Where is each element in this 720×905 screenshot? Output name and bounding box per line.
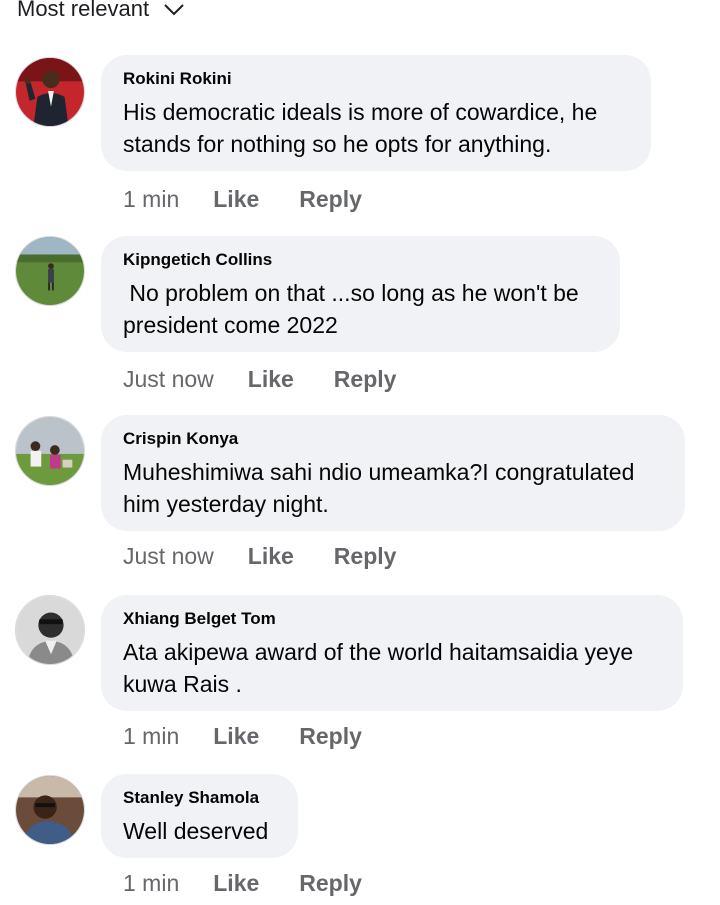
- reply-button[interactable]: Reply: [334, 543, 397, 570]
- avatar[interactable]: [15, 416, 85, 486]
- comment-text: Well deserved: [123, 818, 269, 844]
- chevron-down-icon: [163, 0, 185, 20]
- sort-label: Most relevant: [17, 0, 150, 21]
- reply-button[interactable]: Reply: [299, 186, 362, 213]
- comment-timestamp: 1 min: [123, 186, 180, 212]
- comment-author[interactable]: Stanley Shamola: [123, 788, 276, 808]
- comment-bubble: Rokini Rokini His democratic ideals is m…: [101, 55, 651, 171]
- comment-bubble: Crispin Konya Muheshimiwa sahi ndio umea…: [101, 415, 685, 531]
- comment-text: His democratic ideals is more of cowardi…: [123, 99, 604, 157]
- avatar[interactable]: [15, 595, 85, 665]
- like-button[interactable]: Like: [213, 723, 259, 750]
- like-button[interactable]: Like: [248, 366, 294, 393]
- comment-timestamp: Just now: [123, 366, 214, 392]
- comment-timestamp: Just now: [123, 543, 214, 569]
- comment-actions: 1 min Like Reply: [123, 870, 362, 897]
- comment-author[interactable]: Crispin Konya: [123, 429, 663, 449]
- reply-button[interactable]: Reply: [334, 366, 397, 393]
- comment-author[interactable]: Rokini Rokini: [123, 69, 629, 89]
- comment-bubble: Xhiang Belget Tom Ata akipewa award of t…: [101, 595, 683, 711]
- reply-button[interactable]: Reply: [299, 723, 362, 750]
- comment-actions: Just now Like Reply: [123, 366, 396, 393]
- avatar[interactable]: [15, 775, 85, 845]
- comment-author[interactable]: Kipngetich Collins: [123, 250, 598, 270]
- avatar[interactable]: [15, 57, 85, 127]
- reply-button[interactable]: Reply: [299, 870, 362, 897]
- comment-bubble: Stanley Shamola Well deserved: [101, 774, 298, 858]
- comment-timestamp: 1 min: [123, 723, 180, 749]
- comment-actions: 1 min Like Reply: [123, 723, 362, 750]
- comment-actions: 1 min Like Reply: [123, 186, 362, 213]
- comments-page: Most relevant Rokini Rokini His democrat…: [0, 0, 720, 905]
- comment-text: Ata akipewa award of the world haitamsai…: [123, 639, 640, 697]
- like-button[interactable]: Like: [213, 870, 259, 897]
- comment-text: No problem on that ...so long as he won'…: [123, 280, 586, 338]
- avatar[interactable]: [15, 236, 85, 306]
- like-button[interactable]: Like: [213, 186, 259, 213]
- sort-selector[interactable]: Most relevant: [17, 0, 185, 26]
- comment-text: Muheshimiwa sahi ndio umeamka?I congratu…: [123, 459, 641, 517]
- comment-actions: Just now Like Reply: [123, 543, 396, 570]
- comment-bubble: Kipngetich Collins No problem on that ..…: [101, 236, 620, 352]
- comment-timestamp: 1 min: [123, 870, 180, 896]
- like-button[interactable]: Like: [248, 543, 294, 570]
- comment-author[interactable]: Xhiang Belget Tom: [123, 609, 661, 629]
